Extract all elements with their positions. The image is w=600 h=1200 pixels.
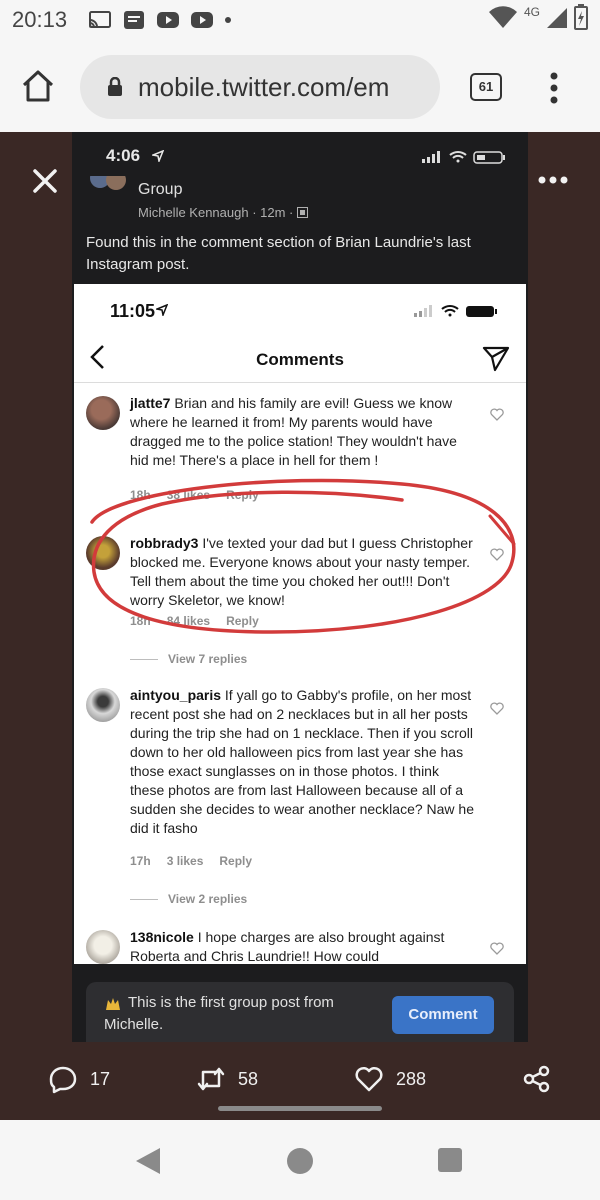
view-replies-button[interactable]: View 2 replies: [130, 892, 247, 906]
view-replies-label: View 2 replies: [168, 892, 248, 906]
group-avatar: [90, 176, 126, 190]
reply-button[interactable]: 17: [48, 1064, 110, 1094]
comment-time: 17h: [130, 854, 151, 868]
url-bar[interactable]: mobile.twitter.com/em: [80, 55, 440, 119]
comment-body: Brian and his family are evil! Guess we …: [130, 395, 457, 468]
fb-status-bar: 4:06: [72, 132, 528, 180]
youtube-icon: [191, 12, 213, 28]
comment-username[interactable]: robbrady3: [130, 535, 198, 551]
more-horiz-icon[interactable]: [538, 176, 568, 184]
fb-status-time: 4:06: [106, 146, 141, 165]
like-count: 288: [396, 1068, 427, 1089]
group-privacy-icon: [296, 207, 308, 218]
media-scrubber[interactable]: [218, 1106, 382, 1111]
reply-button[interactable]: Reply: [226, 488, 259, 502]
message-icon: [124, 11, 144, 29]
more-notifications-icon: [225, 17, 231, 23]
system-icons: 4G: [488, 4, 588, 30]
ig-status-bar: 11:05: [74, 284, 526, 336]
comment-actions: 18h 38 likes Reply: [130, 488, 259, 502]
home-icon[interactable]: [20, 68, 56, 104]
heart-icon[interactable]: [490, 408, 504, 421]
tweet-action-bar: 17 58 288: [0, 1056, 600, 1096]
cast-icon: [89, 11, 111, 28]
divider: [74, 382, 526, 383]
comment-actions: 18h 84 likes Reply: [130, 614, 259, 628]
fb-post-author: Michelle Kennaugh · 12m ·: [138, 205, 294, 220]
heart-icon[interactable]: [490, 702, 504, 715]
home-icon[interactable]: [287, 1148, 313, 1174]
view-replies-label: View 7 replies: [168, 652, 248, 666]
reply-button[interactable]: Reply: [226, 614, 259, 628]
retweet-button[interactable]: 58: [196, 1064, 258, 1094]
ig-status-time: 11:05: [110, 301, 156, 321]
retweet-icon: [197, 1067, 225, 1091]
recents-icon[interactable]: [438, 1148, 462, 1172]
avatar[interactable]: [86, 396, 120, 430]
fb-post-meta: Michelle Kennaugh · 12m ·: [138, 205, 308, 220]
comment-text: aintyou_paris If yall go to Gabby's prof…: [130, 686, 476, 838]
heart-icon[interactable]: [490, 548, 504, 561]
retweet-count: 58: [238, 1068, 259, 1089]
more-vert-icon[interactable]: [544, 70, 564, 106]
fb-composer-text: This is the first group post from Michel…: [104, 994, 334, 1033]
fb-system-icons: [422, 151, 505, 164]
tweet-media-viewer: 4:06 Group Michelle Kennaugh · 12m · Fou…: [0, 132, 600, 1120]
tab-switcher-button[interactable]: 61: [470, 73, 502, 101]
comment-likes[interactable]: 38 likes: [167, 488, 210, 502]
location-arrow-icon: [156, 304, 168, 316]
back-icon[interactable]: [134, 1146, 162, 1176]
comment-likes[interactable]: 84 likes: [167, 614, 210, 628]
reply-button[interactable]: Reply: [219, 854, 252, 868]
comment-body: If yall go to Gabby's profile, on her mo…: [130, 687, 474, 836]
reply-count: 17: [90, 1068, 111, 1089]
fb-post-text: Found this in the comment section of Bri…: [86, 234, 471, 273]
tweet-image[interactable]: 4:06 Group Michelle Kennaugh · 12m · Fou…: [72, 132, 528, 1042]
divider: [130, 898, 158, 900]
android-nav-bar: [0, 1120, 600, 1200]
share-icon: [523, 1065, 550, 1093]
comment-text: jlatte7 Brian and his family are evil! G…: [130, 394, 476, 470]
instagram-screenshot: 11:05 Comments jlatte7 Brian and his fam…: [74, 284, 526, 964]
android-status-bar: 20:13 4G: [0, 0, 600, 40]
share-button[interactable]: [522, 1064, 552, 1094]
notification-icons: [88, 10, 232, 30]
heart-icon[interactable]: [490, 942, 504, 955]
browser-toolbar: mobile.twitter.com/em 61: [0, 40, 600, 132]
comment-button[interactable]: Comment: [392, 996, 494, 1034]
location-arrow-icon: [152, 150, 164, 162]
wifi-icon: [488, 6, 517, 28]
view-replies-button[interactable]: View 7 replies: [130, 652, 247, 666]
comment-time: 18h: [130, 488, 151, 502]
divider: [130, 658, 158, 660]
signal-icon: [547, 8, 567, 28]
url-text: mobile.twitter.com/em: [138, 72, 390, 102]
avatar[interactable]: [86, 688, 120, 722]
comment-username[interactable]: 138nicole: [130, 929, 194, 945]
battery-icon: [574, 4, 588, 30]
reply-icon: [49, 1066, 77, 1094]
ig-system-icons: [414, 305, 497, 317]
fb-group-label[interactable]: Group: [138, 181, 182, 199]
lock-icon: [108, 77, 122, 96]
avatar[interactable]: [86, 536, 120, 570]
comment-time: 18h: [130, 614, 151, 628]
heart-icon: [355, 1066, 383, 1092]
close-icon[interactable]: [30, 166, 60, 196]
network-type: 4G: [523, 5, 540, 19]
comment-username[interactable]: jlatte7: [130, 395, 170, 411]
comment-username[interactable]: aintyou_paris: [130, 687, 221, 703]
comment-text: 138nicole I hope charges are also brough…: [130, 928, 476, 964]
avatar[interactable]: [86, 930, 120, 964]
status-time: 20:13: [12, 7, 68, 32]
ig-comments-title: Comments: [256, 350, 344, 369]
like-button[interactable]: 288: [354, 1064, 426, 1094]
fb-comment-composer: This is the first group post from Michel…: [86, 982, 514, 1042]
comment-text: robbrady3 I've texted your dad but I gue…: [130, 534, 476, 610]
send-icon[interactable]: [482, 346, 510, 372]
comment-actions: 17h 3 likes Reply: [130, 854, 252, 868]
youtube-icon: [157, 12, 179, 28]
comment-likes[interactable]: 3 likes: [167, 854, 204, 868]
